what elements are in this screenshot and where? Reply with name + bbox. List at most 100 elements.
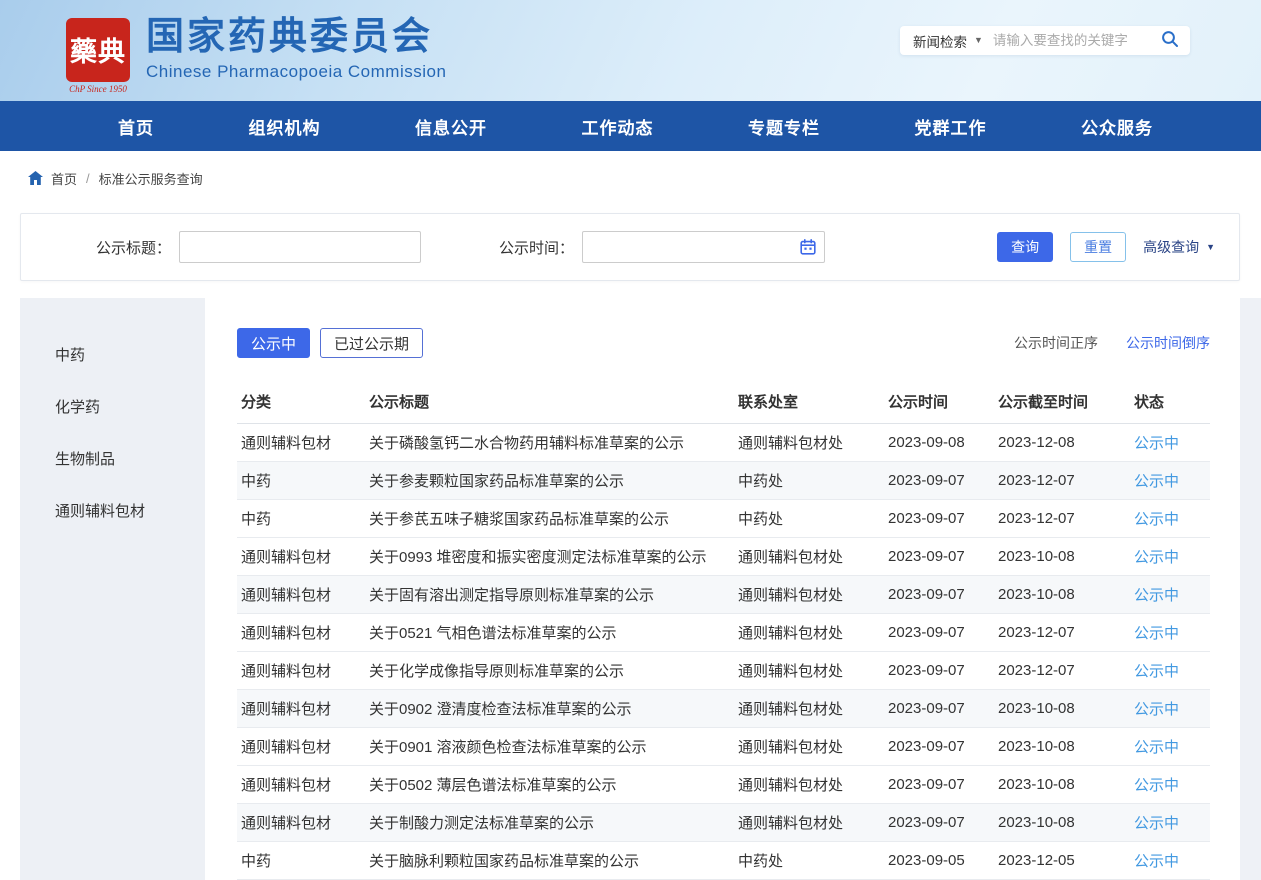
logo-block[interactable]: 藥典 ChP Since 1950 国家药典委员会 Chinese Pharma…: [66, 8, 446, 94]
nav-item[interactable]: 首页: [118, 114, 154, 139]
table-row: 通则辅料包材 关于固有溶出测定指导原则标准草案的公示 通则辅料包材处 2023-…: [237, 575, 1210, 613]
publicity-title-link[interactable]: 关于0521 气相色谱法标准草案的公示: [369, 625, 617, 642]
filter-time-input[interactable]: [582, 231, 825, 263]
cell-office: 通则辅料包材处: [734, 613, 884, 651]
table-row: 通则辅料包材 关于磷酸氢钙二水合物药用辅料标准草案的公示 通则辅料包材处 202…: [237, 423, 1210, 461]
breadcrumb-home-link[interactable]: 首页: [51, 169, 77, 188]
publicity-title-link[interactable]: 关于0993 堆密度和振实密度测定法标准草案的公示: [369, 549, 707, 566]
cell-start-date: 2023-09-07: [884, 689, 994, 727]
content-section: 中药 化学药 生物制品 通则辅料包材 公示中 已过公示期 公示时间正序 公示时间…: [0, 298, 1261, 880]
publicity-title-link[interactable]: 关于参麦颗粒国家药品标准草案的公示: [369, 473, 624, 490]
status-link[interactable]: 公示中: [1134, 549, 1179, 566]
cell-end-date: 2023-10-08: [994, 765, 1130, 803]
status-link[interactable]: 公示中: [1134, 511, 1179, 528]
status-link[interactable]: 公示中: [1134, 663, 1179, 680]
publicity-title-link[interactable]: 关于参芪五味子糖浆国家药品标准草案的公示: [369, 511, 669, 528]
status-link[interactable]: 公示中: [1134, 853, 1179, 870]
filter-title-label: 公示标题：: [21, 237, 171, 258]
cell-category: 通则辅料包材: [237, 803, 365, 841]
cell-start-date: 2023-09-05: [884, 841, 994, 879]
cell-end-date: 2023-10-08: [994, 803, 1130, 841]
sort-links: 公示时间正序 公示时间倒序: [1014, 333, 1210, 353]
table-row: 通则辅料包材 关于制酸力测定法标准草案的公示 通则辅料包材处 2023-09-0…: [237, 803, 1210, 841]
nav-item[interactable]: 工作动态: [582, 114, 654, 139]
cell-title: 关于0902 澄清度检查法标准草案的公示: [365, 689, 734, 727]
status-link[interactable]: 公示中: [1134, 739, 1179, 756]
cell-start-date: 2023-09-07: [884, 765, 994, 803]
cell-category: 通则辅料包材: [237, 613, 365, 651]
status-link[interactable]: 公示中: [1134, 701, 1179, 718]
publicity-title-link[interactable]: 关于磷酸氢钙二水合物药用辅料标准草案的公示: [369, 435, 684, 452]
cell-category: 通则辅料包材: [237, 689, 365, 727]
sidebar-item[interactable]: 生物制品: [20, 432, 205, 484]
query-button[interactable]: 查询: [997, 232, 1053, 262]
publicity-title-link[interactable]: 关于0502 薄层色谱法标准草案的公示: [369, 777, 617, 794]
cell-end-date: 2023-10-08: [994, 575, 1130, 613]
cell-start-date: 2023-09-07: [884, 727, 994, 765]
home-icon[interactable]: [28, 171, 43, 185]
cell-end-date: 2023-12-07: [994, 461, 1130, 499]
table-row: 中药 关于脑脉利颗粒国家药品标准草案的公示 中药处 2023-09-05 202…: [237, 841, 1210, 879]
nav-item[interactable]: 信息公开: [415, 114, 487, 139]
publicity-title-link[interactable]: 关于固有溶出测定指导原则标准草案的公示: [369, 587, 654, 604]
table-row: 通则辅料包材 关于0993 堆密度和振实密度测定法标准草案的公示 通则辅料包材处…: [237, 537, 1210, 575]
tab-expired-publicity[interactable]: 已过公示期: [320, 328, 423, 358]
breadcrumb: 首页 / 标准公示服务查询: [0, 151, 1261, 205]
table-row: 通则辅料包材 关于0901 溶液颜色检查法标准草案的公示 通则辅料包材处 202…: [237, 727, 1210, 765]
site-title: 国家药典委员会: [146, 16, 446, 60]
cell-category: 通则辅料包材: [237, 727, 365, 765]
cell-status: 公示中: [1130, 499, 1210, 537]
publicity-title-link[interactable]: 关于0902 澄清度检查法标准草案的公示: [369, 701, 632, 718]
nav-item[interactable]: 组织机构: [249, 114, 321, 139]
breadcrumb-current: 标准公示服务查询: [99, 169, 203, 188]
publicity-title-link[interactable]: 关于化学成像指导原则标准草案的公示: [369, 663, 624, 680]
main-nav: 首页 组织机构 信息公开 工作动态 专题专栏 党群工作 公众服务: [0, 101, 1261, 151]
status-link[interactable]: 公示中: [1134, 777, 1179, 794]
cell-office: 通则辅料包材处: [734, 575, 884, 613]
nav-item[interactable]: 公众服务: [1081, 114, 1153, 139]
search-category-label: 新闻检索: [913, 31, 967, 51]
cell-office: 通则辅料包材处: [734, 689, 884, 727]
sidebar-item[interactable]: 中药: [20, 328, 205, 380]
table-row: 中药 关于参芪五味子糖浆国家药品标准草案的公示 中药处 2023-09-07 2…: [237, 499, 1210, 537]
reset-button[interactable]: 重置: [1070, 232, 1126, 262]
cell-category: 中药: [237, 499, 365, 537]
caret-down-icon: ▼: [974, 36, 983, 45]
col-header-start: 公示时间: [884, 380, 994, 423]
cell-start-date: 2023-09-07: [884, 803, 994, 841]
publicity-table: 分类 公示标题 联系处室 公示时间 公示截至时间 状态 通则辅料包材 关于磷酸氢…: [237, 380, 1210, 880]
filter-field-time: 公示时间：: [499, 231, 825, 263]
filter-actions: 查询 重置 高级查询 ▼: [997, 232, 1215, 262]
status-link[interactable]: 公示中: [1134, 815, 1179, 832]
publicity-title-link[interactable]: 关于制酸力测定法标准草案的公示: [369, 815, 594, 832]
status-link[interactable]: 公示中: [1134, 473, 1179, 490]
advanced-query-button[interactable]: 高级查询 ▼: [1143, 237, 1215, 257]
search-category-dropdown[interactable]: 新闻检索 ▼: [900, 31, 993, 51]
cell-start-date: 2023-09-07: [884, 499, 994, 537]
sort-ascending-link[interactable]: 公示时间正序: [1014, 333, 1098, 353]
nav-item[interactable]: 专题专栏: [748, 114, 820, 139]
col-header-end: 公示截至时间: [994, 380, 1130, 423]
publicity-title-link[interactable]: 关于脑脉利颗粒国家药品标准草案的公示: [369, 853, 639, 870]
nav-item[interactable]: 党群工作: [915, 114, 987, 139]
tab-in-publicity[interactable]: 公示中: [237, 328, 310, 358]
sidebar-item[interactable]: 通则辅料包材: [20, 484, 205, 536]
publicity-title-link[interactable]: 关于0901 溶液颜色检查法标准草案的公示: [369, 739, 647, 756]
cell-start-date: 2023-09-08: [884, 423, 994, 461]
header-search-button[interactable]: [1150, 30, 1190, 51]
status-link[interactable]: 公示中: [1134, 587, 1179, 604]
header-search-input[interactable]: [993, 33, 1150, 48]
col-header-status: 状态: [1130, 380, 1210, 423]
status-link[interactable]: 公示中: [1134, 435, 1179, 452]
filter-field-title: 公示标题：: [21, 231, 421, 263]
site-subtitle: Chinese Pharmacopoeia Commission: [146, 62, 446, 82]
sidebar-item[interactable]: 化学药: [20, 380, 205, 432]
calendar-icon[interactable]: [800, 239, 816, 255]
caret-down-icon: ▼: [1206, 243, 1215, 252]
page-right-margin: [1240, 298, 1261, 880]
cell-status: 公示中: [1130, 765, 1210, 803]
filter-title-input[interactable]: [179, 231, 421, 263]
sort-descending-link[interactable]: 公示时间倒序: [1126, 333, 1210, 353]
filter-date-wrap: [582, 231, 825, 263]
status-link[interactable]: 公示中: [1134, 625, 1179, 642]
